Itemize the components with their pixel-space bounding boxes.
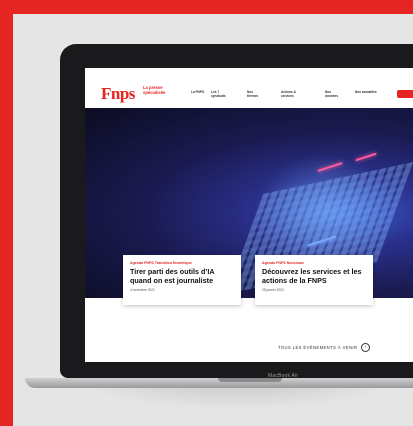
event-card[interactable]: Agenda FNPS Transition Numérique Tirer p… [123, 255, 241, 305]
nav-item-donnees[interactable]: Nos données [325, 90, 343, 98]
nav-item-fnps[interactable]: La FNPS [191, 90, 205, 94]
nav-item-syndicats[interactable]: Les 7 syndicats [211, 90, 231, 98]
card-date: 4 novembre 2022 [130, 288, 155, 293]
card-date: 25 janvier 2023 [262, 288, 284, 293]
card-title[interactable]: Tirer parti des outils d’IA quand on est… [130, 267, 234, 285]
laptop-screen: Fnps La presse spécialisée La FNPS Les 7… [85, 68, 413, 362]
card-title[interactable]: Découvrez les services et les actions de… [262, 267, 366, 285]
nav-item-themes[interactable]: Nos thèmes [247, 90, 265, 98]
all-events-link[interactable]: TOUS LES ÉVÉNEMENTS À VENIR › [278, 343, 371, 352]
device-model-label: MacBook Air [268, 373, 299, 379]
all-events-label: TOUS LES ÉVÉNEMENTS À VENIR [278, 345, 358, 350]
event-card[interactable]: Agenda FNPS Nouveaux Découvrez les servi… [255, 255, 373, 305]
card-tags: Agenda FNPS Transition Numérique [130, 261, 192, 265]
card-tags: Agenda FNPS Nouveaux [262, 261, 304, 265]
header-cta-button[interactable] [397, 90, 413, 98]
logo-tagline: La presse spécialisée [143, 85, 166, 95]
fnps-logo[interactable]: Fnps [101, 84, 135, 104]
nav-item-actions[interactable]: Actions & services [281, 90, 307, 98]
site-header: Fnps La presse spécialisée La FNPS Les 7… [85, 68, 413, 108]
arrow-right-icon[interactable]: › [361, 343, 371, 352]
nav-item-actualites[interactable]: Nos actualités [355, 90, 377, 94]
